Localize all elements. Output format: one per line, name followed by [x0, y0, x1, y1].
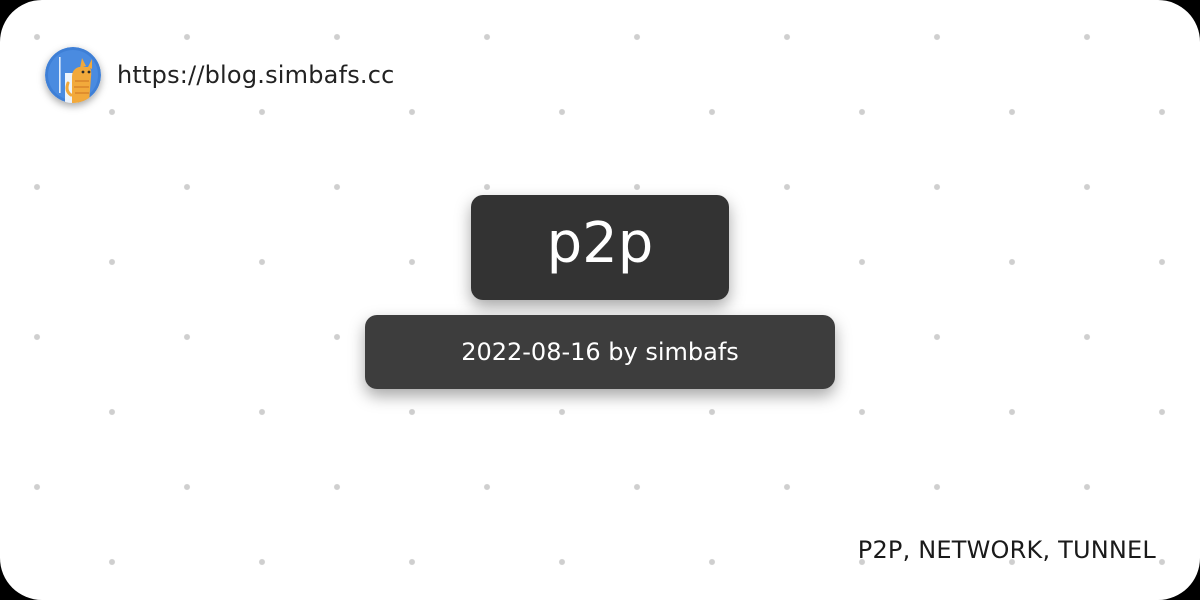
og-card: https://blog.simbafs.cc p2p 2022-08-16 b…: [0, 0, 1200, 600]
avatar: [45, 47, 101, 103]
site-url[interactable]: https://blog.simbafs.cc: [117, 61, 395, 89]
cat-avatar-icon: [45, 47, 101, 103]
post-title: p2p: [546, 210, 654, 276]
post-tags: P2P, NETWORK, TUNNEL: [857, 536, 1156, 564]
post-date-author: 2022-08-16 by simbafs: [461, 338, 739, 366]
title-box: p2p: [471, 195, 729, 300]
site-header: https://blog.simbafs.cc: [45, 45, 395, 105]
meta-box: 2022-08-16 by simbafs: [365, 315, 835, 389]
